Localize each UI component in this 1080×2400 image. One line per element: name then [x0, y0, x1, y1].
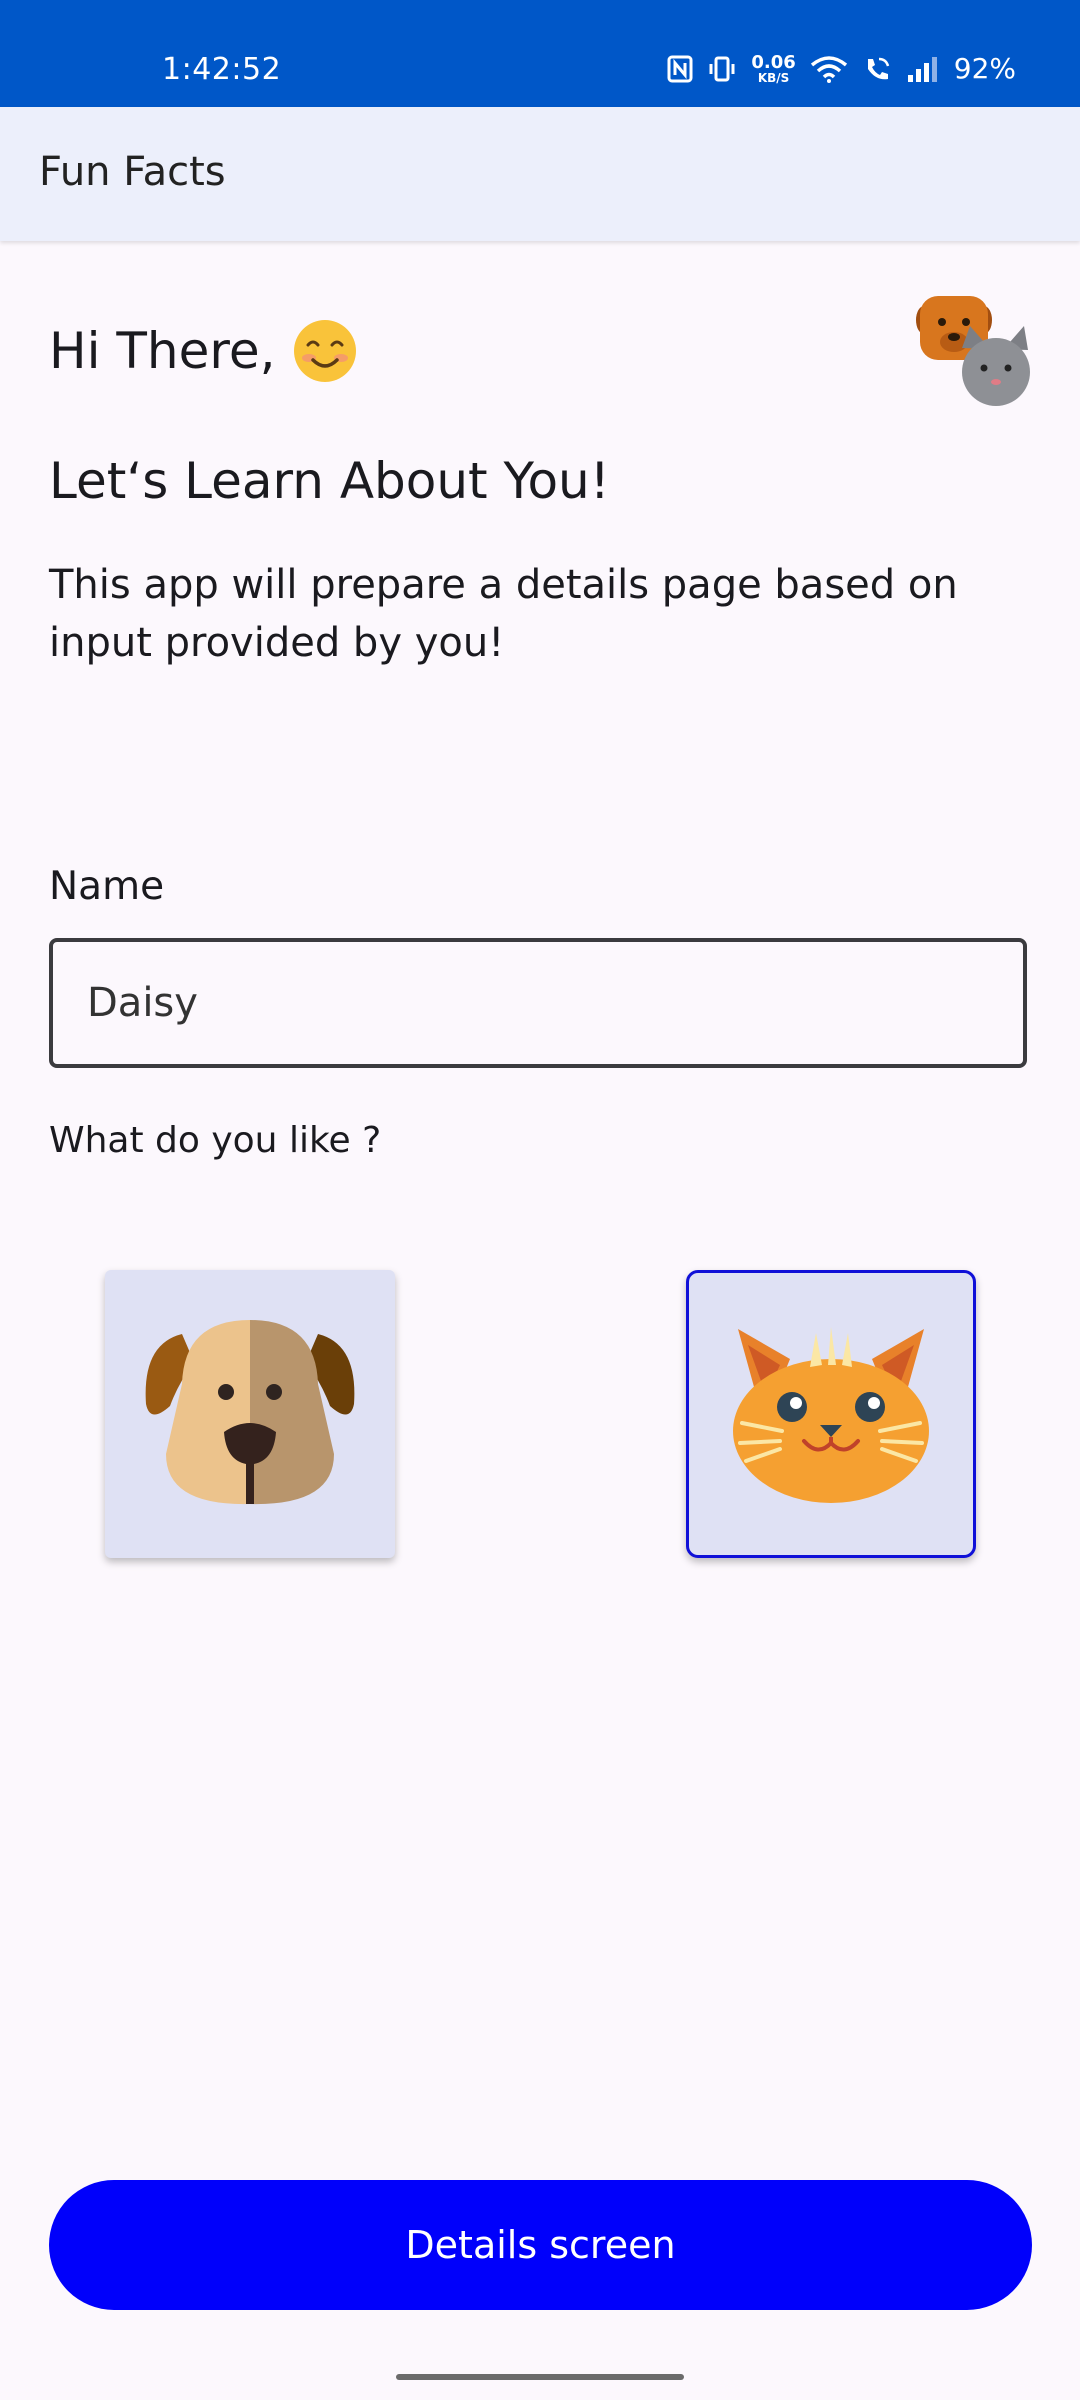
like-question-label: What do you like ? — [49, 1120, 382, 1161]
intro-text: This app will prepare a details page bas… — [49, 562, 958, 666]
vibrate-icon — [707, 55, 737, 83]
network-speed: 0.06 KB/S — [751, 51, 796, 85]
greeting: Hi There, — [49, 318, 358, 384]
network-speed-value: 0.06 — [751, 51, 796, 73]
greeting-text: Hi There, — [49, 322, 276, 380]
app-title: Fun Facts — [39, 149, 226, 195]
network-speed-unit: KB/S — [757, 70, 790, 85]
status-bar: 1:42:52 0.06 KB/S 92% — [0, 0, 1080, 107]
details-screen-button[interactable]: Details screen — [49, 2180, 1032, 2310]
dog-option-card[interactable] — [105, 1270, 395, 1558]
signal-icon — [906, 55, 940, 83]
name-input[interactable] — [49, 938, 1027, 1068]
name-label: Name — [49, 864, 165, 909]
wifi-calling-icon — [862, 55, 892, 83]
smiley-face-icon — [292, 318, 358, 384]
home-indicator[interactable] — [396, 2374, 684, 2380]
dog-and-cat-icon — [914, 290, 1032, 410]
battery-level: 92% — [953, 52, 1016, 85]
dog-face-icon — [142, 1314, 358, 1514]
status-time: 1:42:52 — [162, 52, 282, 87]
cat-option-card-selected[interactable] — [686, 1270, 976, 1558]
subtitle: Let‘s Learn About You! — [49, 452, 610, 510]
cat-face-icon — [728, 1319, 934, 1509]
status-icons: 0.06 KB/S 92% — [667, 52, 1016, 85]
wifi-icon — [810, 55, 848, 83]
app-bar: Fun Facts — [0, 107, 1080, 241]
nfc-icon — [667, 55, 693, 83]
